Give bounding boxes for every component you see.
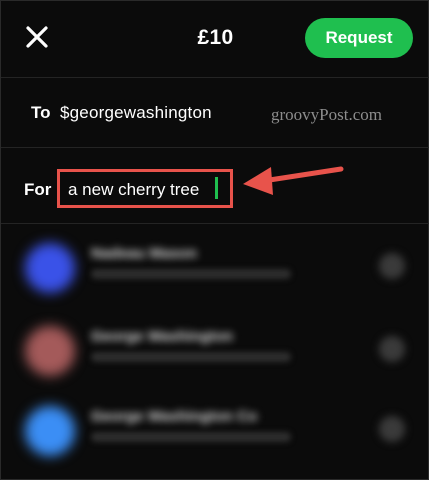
for-label: For [24, 180, 52, 199]
contact-row[interactable]: Nadeau Mason [1, 233, 429, 313]
avatar [25, 326, 75, 376]
annotation-arrow-icon [243, 166, 344, 195]
contact-name: Nadeau Mason [91, 245, 197, 262]
to-label: To [31, 103, 51, 122]
contact-row[interactable]: George Washington [1, 316, 429, 396]
app-screen: £10 Request To $georgewashington groovyP… [0, 0, 429, 480]
note-input[interactable]: a new cherry tree [68, 180, 199, 200]
select-circle-icon[interactable] [379, 416, 405, 442]
header: £10 Request [1, 1, 429, 77]
select-circle-icon[interactable] [379, 336, 405, 362]
text-caret [215, 177, 218, 199]
watermark: groovyPost.com [271, 105, 382, 124]
select-circle-icon[interactable] [379, 253, 405, 279]
avatar [25, 406, 75, 456]
contact-detail [91, 352, 291, 362]
divider [1, 223, 429, 224]
recipient-field[interactable]: $georgewashington [60, 103, 212, 123]
divider [1, 147, 429, 148]
note-input-highlight: a new cherry tree [57, 169, 233, 208]
contact-name: George Washington Co [91, 408, 258, 425]
contact-row[interactable]: George Washington Co [1, 396, 429, 476]
request-button[interactable]: Request [305, 18, 413, 58]
avatar [25, 243, 75, 293]
contact-detail [91, 432, 291, 442]
contact-detail [91, 269, 291, 279]
divider [1, 77, 429, 78]
contact-name: George Washington [91, 328, 233, 345]
